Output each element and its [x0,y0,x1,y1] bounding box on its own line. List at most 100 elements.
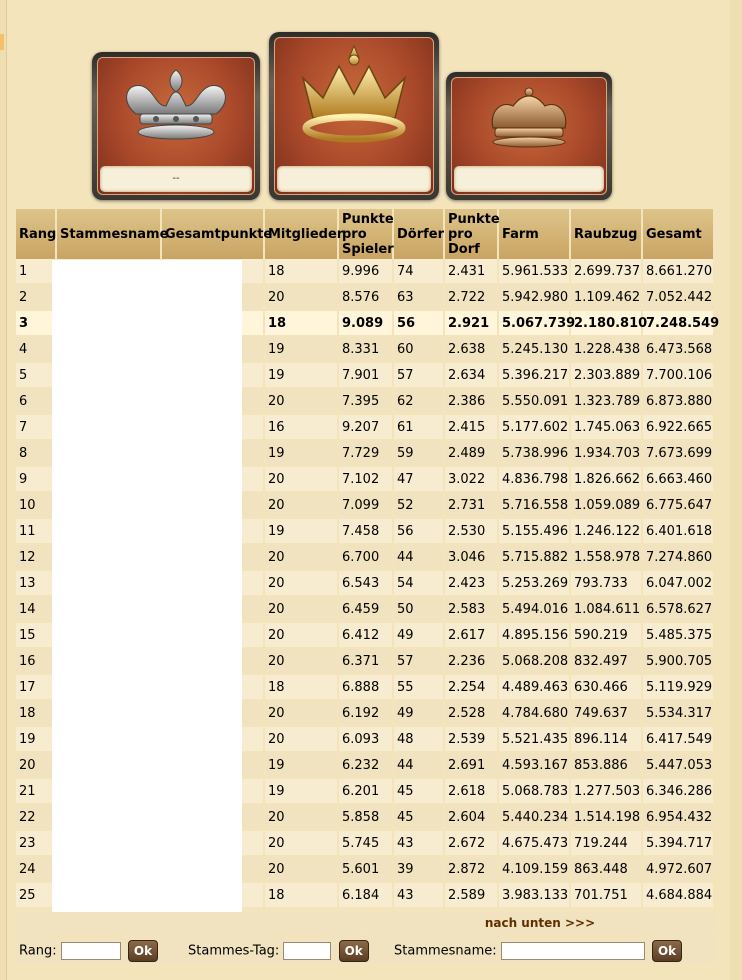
total-cell: 7.052.442 [642,284,715,311]
scavenge-cell: 1.109.462 [570,284,643,311]
podium-third[interactable] [446,72,612,200]
header-tribe-name[interactable]: Stammesname [56,209,168,259]
villages-cell: 47 [393,466,445,493]
members-cell: 18 [264,882,339,909]
points-per-village-cell: 2.617 [444,622,499,649]
points-per-village-cell: 3.046 [444,544,499,571]
total-cell: 7.700.106 [642,362,715,389]
members-cell: 18 [264,674,339,701]
points-per-player-cell: 7.729 [338,440,394,467]
header-total[interactable]: Gesamt [642,209,715,259]
scavenge-cell: 853.886 [570,752,643,779]
podium-first-namebox [277,166,431,192]
points-per-village-cell: 2.431 [444,259,499,285]
points-per-player-cell: 6.543 [338,570,394,597]
farm-cell: 4.895.156 [498,622,571,649]
scavenge-cell: 590.219 [570,622,643,649]
farm-cell: 5.067.739 [498,310,575,337]
search-rank-ok-button[interactable]: Ok [127,940,159,962]
points-per-player-cell: 6.700 [338,544,394,571]
members-cell: 20 [264,284,339,311]
scavenge-cell: 1.514.198 [570,804,643,831]
rank-cell: 23 [16,830,57,857]
header-villages[interactable]: Dörfer [393,209,445,259]
points-per-village-cell: 2.672 [444,830,499,857]
members-cell: 20 [264,622,339,649]
total-cell: 7.274.860 [642,544,715,571]
header-total-points[interactable]: Gesamtpunkte [161,209,272,259]
scavenge-cell: 1.084.611 [570,596,643,623]
header-farm[interactable]: Farm [498,209,571,259]
points-per-player-cell: 9.089 [338,310,394,337]
search-name-input[interactable] [500,942,645,960]
scavenge-cell: 701.751 [570,882,643,909]
total-cell: 6.473.568 [642,336,715,363]
header-scavenge[interactable]: Raubzug [570,209,643,259]
villages-cell: 60 [393,336,445,363]
villages-cell: 55 [393,674,445,701]
members-cell: 20 [264,804,339,831]
podium: -- [0,0,742,205]
search-rank-input[interactable] [60,942,121,960]
search-rank-label: Rang: [19,943,57,959]
search-tag-input[interactable] [283,942,332,960]
farm-cell: 5.440.234 [498,804,571,831]
header-points-per-village[interactable]: Punkte pro Dorf [444,209,500,259]
members-cell: 18 [264,310,339,337]
total-cell: 6.417.549 [642,726,715,753]
farm-cell: 5.942.980 [498,284,571,311]
farm-cell: 4.109.159 [498,856,571,883]
total-cell: 6.954.432 [642,804,715,831]
total-cell: 5.485.375 [642,622,715,649]
farm-cell: 5.521.435 [498,726,571,753]
points-per-village-cell: 2.722 [444,284,499,311]
header-points-per-player[interactable]: Punkte pro Spieler [338,209,394,259]
header-members[interactable]: Mitglieder [264,209,343,259]
podium-second-name[interactable]: -- [100,166,252,192]
total-cell: 5.394.717 [642,830,715,857]
rank-cell: 17 [16,674,57,701]
members-cell: 19 [264,778,339,805]
total-cell: 6.873.880 [642,388,715,415]
points-per-village-cell: 2.618 [444,778,499,805]
villages-cell: 44 [393,752,445,779]
nav-down-link[interactable]: nach unten >>> [366,912,714,934]
villages-cell: 45 [393,778,445,805]
search-name-ok-button[interactable]: Ok [651,940,683,962]
podium-third-namebox [454,166,604,192]
points-per-player-cell: 8.576 [338,284,394,311]
members-cell: 19 [264,336,339,363]
villages-cell: 56 [393,518,445,545]
rank-cell: 16 [16,648,57,675]
podium-second[interactable]: -- [92,52,260,200]
villages-cell: 74 [393,259,445,285]
members-cell: 20 [264,596,339,623]
search-tag-ok-button[interactable]: Ok [338,940,369,962]
points-per-player-cell: 7.395 [338,388,394,415]
header-rank[interactable]: Rang [16,209,57,259]
points-per-village-cell: 2.423 [444,570,499,597]
search-rank-group: Rang: Ok [19,940,159,962]
villages-cell: 49 [393,700,445,727]
farm-cell: 4.675.473 [498,830,571,857]
members-cell: 20 [264,726,339,753]
points-per-village-cell: 3.022 [444,466,499,493]
members-cell: 20 [264,830,339,857]
villages-cell: 61 [393,414,445,441]
points-per-player-cell: 9.207 [338,414,394,441]
nav-row-left [16,912,364,934]
farm-cell: 5.961.533 [498,259,571,285]
total-cell: 6.047.002 [642,570,715,597]
rank-cell: 21 [16,778,57,805]
points-per-player-cell: 7.901 [338,362,394,389]
rank-cell: 25 [16,882,57,909]
members-cell: 16 [264,414,339,441]
villages-cell: 59 [393,440,445,467]
podium-first[interactable] [269,32,439,200]
farm-cell: 5.396.217 [498,362,571,389]
farm-cell: 5.715.882 [498,544,571,571]
scavenge-cell: 2.180.810 [570,310,647,337]
scavenge-cell: 719.244 [570,830,643,857]
rank-cell: 3 [16,310,57,337]
search-name-group: Stammesname: Ok [394,940,683,962]
